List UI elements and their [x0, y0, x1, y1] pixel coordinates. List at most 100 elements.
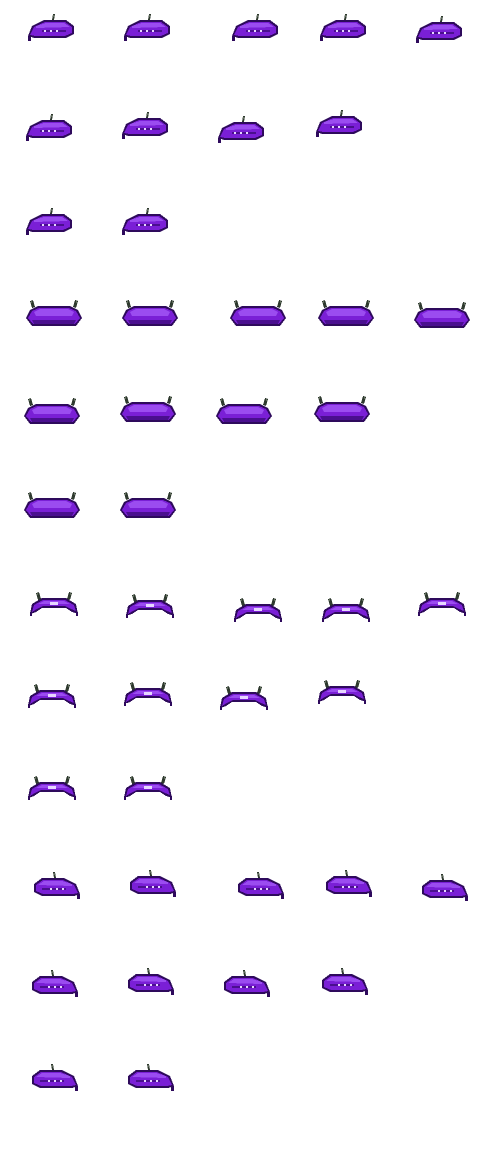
sprite-frame-side-left-8	[212, 108, 276, 156]
ufo-sprite-icon	[32, 1064, 78, 1091]
sprite-frame-side-right-4	[314, 862, 378, 910]
ufo-sprite-icon	[126, 594, 174, 618]
sprite-frame-side-left-4	[314, 6, 378, 54]
ufo-sprite-icon	[26, 114, 72, 141]
ufo-sprite-icon	[322, 968, 368, 995]
sprite-frame-side-right-9	[310, 960, 374, 1008]
sprite-frame-front-4	[314, 586, 378, 634]
sprite-row-side-left	[0, 96, 480, 192]
sprite-frame-front-1	[22, 580, 86, 628]
ufo-sprite-icon	[318, 300, 374, 326]
sprite-frame-side-right-6	[20, 962, 84, 1010]
ufo-sprite-icon	[124, 682, 172, 706]
ufo-sprite-icon	[26, 300, 82, 326]
sprite-frame-front-10	[20, 764, 84, 812]
ufo-sprite-icon	[230, 300, 286, 326]
ufo-sprite-icon	[314, 396, 370, 422]
sprite-sheet	[0, 0, 480, 1152]
ufo-sprite-icon	[320, 14, 366, 41]
sprite-frame-side-left-10	[20, 200, 84, 248]
sprite-frame-back-11	[116, 480, 180, 528]
sprite-row-back	[0, 480, 480, 576]
ufo-sprite-icon	[232, 14, 278, 41]
ufo-sprite-icon	[234, 598, 282, 622]
ufo-sprite-icon	[422, 874, 468, 901]
ufo-sprite-icon	[322, 598, 370, 622]
sprite-frame-front-5	[410, 580, 474, 628]
sprite-frame-front-2	[118, 582, 182, 630]
sprite-frame-back-6	[20, 386, 84, 434]
ufo-sprite-icon	[124, 14, 170, 41]
sprite-frame-back-3	[226, 288, 290, 336]
sprite-row-back	[0, 288, 480, 384]
ufo-sprite-icon	[30, 592, 78, 616]
sprite-frame-side-right-2	[118, 862, 182, 910]
ufo-sprite-icon	[218, 116, 264, 143]
sprite-frame-side-right-8	[212, 962, 276, 1010]
sprite-row-back	[0, 384, 480, 480]
sprite-frame-front-3	[226, 586, 290, 634]
sprite-row-front	[0, 576, 480, 672]
sprite-frame-side-left-1	[22, 6, 86, 54]
sprite-frame-side-left-5	[410, 8, 474, 56]
ufo-sprite-icon	[24, 398, 80, 424]
ufo-sprite-icon	[34, 872, 80, 899]
ufo-sprite-icon	[220, 686, 268, 710]
sprite-frame-front-8	[212, 674, 276, 722]
sprite-frame-back-5	[410, 290, 474, 338]
sprite-frame-side-right-7	[116, 960, 180, 1008]
sprite-row-side-left	[0, 192, 480, 288]
ufo-sprite-icon	[28, 684, 76, 708]
sprite-frame-side-right-3	[226, 864, 290, 912]
sprite-frame-side-right-10	[20, 1056, 84, 1104]
sprite-frame-front-11	[116, 764, 180, 812]
ufo-sprite-icon	[414, 302, 470, 328]
sprite-row-front	[0, 672, 480, 768]
ufo-sprite-icon	[224, 970, 270, 997]
sprite-frame-back-1	[22, 288, 86, 336]
ufo-sprite-icon	[120, 396, 176, 422]
sprite-frame-side-right-5	[410, 866, 474, 914]
sprite-frame-front-7	[116, 670, 180, 718]
sprite-frame-front-6	[20, 672, 84, 720]
sprite-frame-side-right-1	[22, 864, 86, 912]
ufo-sprite-icon	[318, 680, 366, 704]
sprite-frame-side-right-11	[116, 1056, 180, 1104]
ufo-sprite-icon	[28, 14, 74, 41]
sprite-frame-back-2	[118, 288, 182, 336]
sprite-frame-back-9	[310, 384, 374, 432]
sprite-row-front	[0, 768, 480, 864]
ufo-sprite-icon	[128, 968, 174, 995]
ufo-sprite-icon	[28, 776, 76, 800]
ufo-sprite-icon	[418, 592, 466, 616]
ufo-sprite-icon	[216, 398, 272, 424]
ufo-sprite-icon	[316, 110, 362, 137]
ufo-sprite-icon	[130, 870, 176, 897]
sprite-frame-side-left-2	[118, 6, 182, 54]
sprite-frame-side-left-6	[20, 106, 84, 154]
ufo-sprite-icon	[122, 300, 178, 326]
sprite-row-side-right	[0, 1056, 480, 1152]
ufo-sprite-icon	[238, 872, 284, 899]
sprite-frame-front-9	[310, 668, 374, 716]
ufo-sprite-icon	[124, 776, 172, 800]
sprite-frame-side-left-9	[310, 102, 374, 150]
sprite-frame-back-4	[314, 288, 378, 336]
sprite-frame-side-left-7	[116, 104, 180, 152]
ufo-sprite-icon	[32, 970, 78, 997]
sprite-frame-side-left-11	[116, 200, 180, 248]
sprite-frame-back-8	[212, 386, 276, 434]
ufo-sprite-icon	[122, 112, 168, 139]
ufo-sprite-icon	[120, 492, 176, 518]
sprite-frame-back-7	[116, 384, 180, 432]
ufo-sprite-icon	[326, 870, 372, 897]
ufo-sprite-icon	[122, 208, 168, 235]
ufo-sprite-icon	[128, 1064, 174, 1091]
sprite-row-side-right	[0, 960, 480, 1056]
ufo-sprite-icon	[26, 208, 72, 235]
sprite-row-side-right	[0, 864, 480, 960]
sprite-row-side-left	[0, 0, 480, 96]
sprite-frame-back-10	[20, 480, 84, 528]
sprite-frame-side-left-3	[226, 6, 290, 54]
ufo-sprite-icon	[416, 16, 462, 43]
